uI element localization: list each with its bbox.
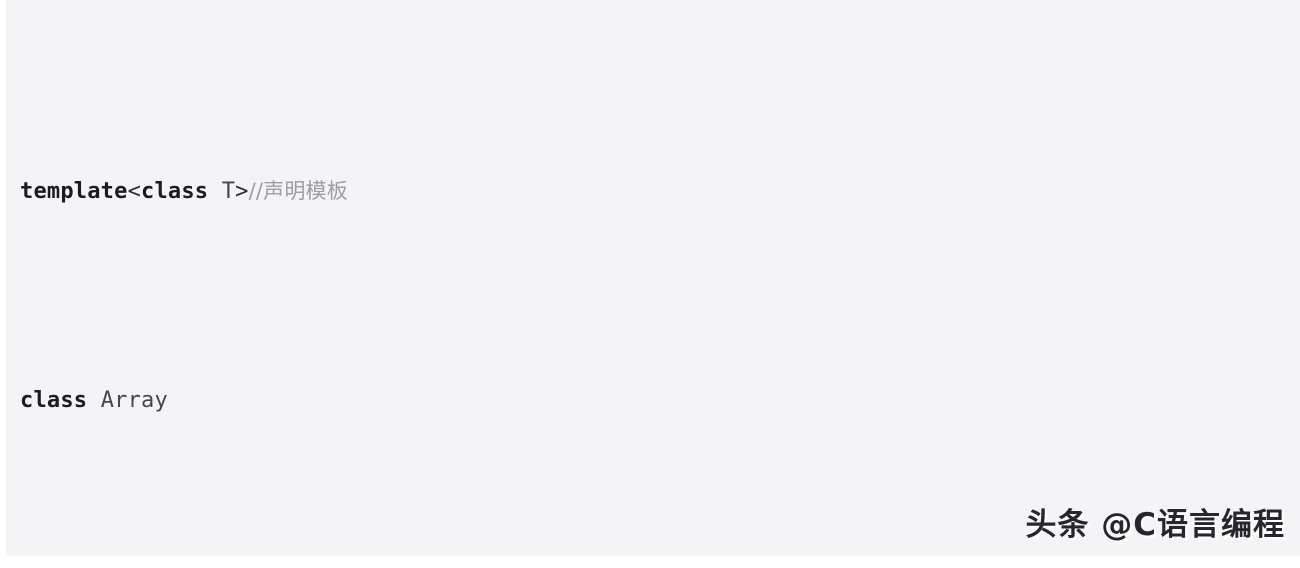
comment-declare-template: //声明模板: [248, 179, 348, 203]
screenshot-root: template<class T>//声明模板 class Array { T*…: [0, 0, 1300, 568]
angle-close: >: [235, 179, 249, 204]
code-line-2: class Array: [20, 380, 612, 422]
identifier-array-class: Array: [100, 388, 168, 413]
keyword-template: template: [20, 179, 128, 204]
template-parameter-t: T: [221, 179, 236, 204]
code-canvas: template<class T>//声明模板 class Array { T*…: [6, 0, 1300, 556]
angle-open: <: [127, 179, 142, 204]
code-listing: template<class T>//声明模板 class Array { T*…: [20, 2, 612, 568]
keyword-class: class: [20, 388, 88, 413]
keyword-class: class: [141, 179, 209, 204]
watermark-toutiao: 头条 @C语言编程: [1025, 507, 1285, 543]
code-line-1: template<class T>//声明模板: [20, 170, 612, 212]
